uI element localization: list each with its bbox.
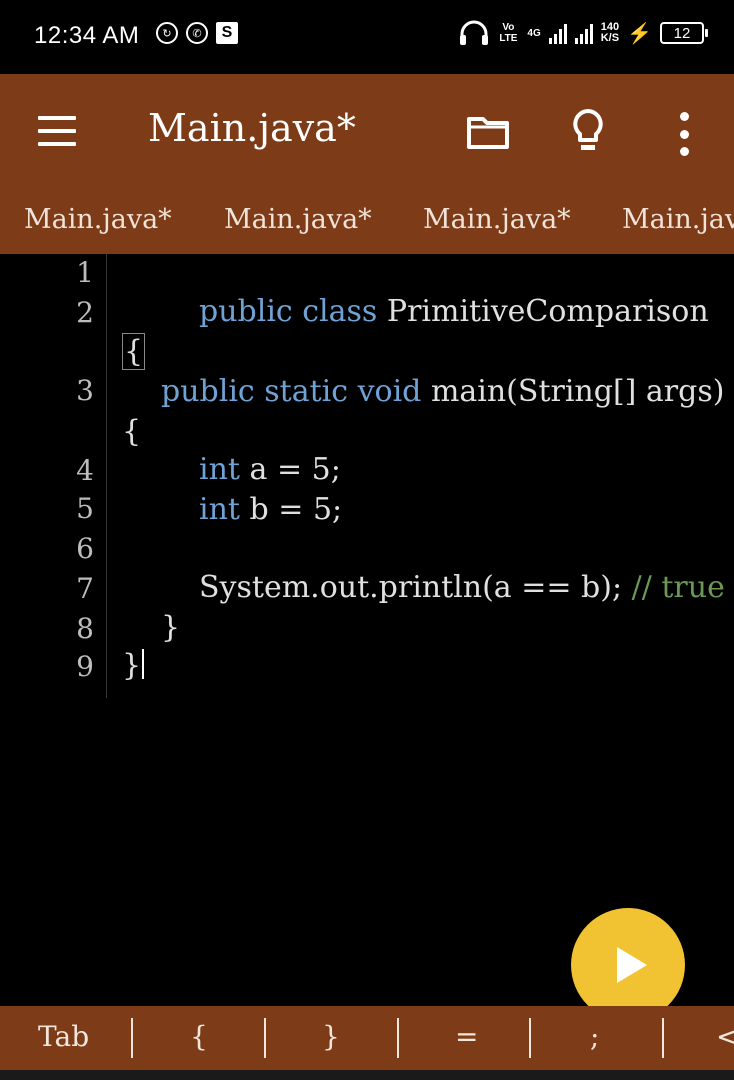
code-line-2: public class PrimitiveComparison bbox=[199, 294, 709, 329]
signal-icon-2 bbox=[574, 22, 593, 44]
play-icon bbox=[617, 947, 647, 983]
line-number: 6 bbox=[76, 532, 94, 565]
symbol-bar: Tab { } = ; < bbox=[0, 1006, 734, 1070]
symbol-key-close-brace[interactable]: } bbox=[322, 1020, 340, 1053]
code-line-7: System.out.println(a == b); // true bbox=[199, 570, 725, 605]
tab-1[interactable]: Main.java* bbox=[24, 204, 172, 235]
network-type: 4G bbox=[527, 27, 541, 39]
code-line-8: } bbox=[161, 610, 180, 645]
code-line-3-brace: { bbox=[122, 414, 141, 449]
app-bar: Main.java* bbox=[0, 74, 734, 186]
close-brace: } bbox=[122, 648, 142, 683]
tab-3[interactable]: Main.java* bbox=[423, 204, 571, 235]
folder-icon[interactable] bbox=[466, 114, 510, 150]
open-brace: { bbox=[122, 414, 142, 449]
symbol-separator bbox=[397, 1018, 399, 1058]
symbol-key-equals[interactable]: = bbox=[455, 1020, 478, 1053]
text-cursor bbox=[142, 649, 145, 679]
keyword: int bbox=[199, 492, 240, 527]
class-name: PrimitiveComparison bbox=[386, 294, 709, 329]
keyword: int bbox=[199, 452, 240, 487]
symbol-key-semicolon[interactable]: ; bbox=[590, 1020, 599, 1053]
more-options-icon[interactable] bbox=[676, 112, 692, 156]
lightbulb-icon[interactable] bbox=[570, 108, 606, 156]
battery-level: 12 bbox=[673, 24, 691, 42]
line-number: 8 bbox=[76, 612, 94, 645]
gutter-divider bbox=[106, 254, 107, 698]
comment: // true bbox=[631, 570, 725, 605]
sync-icon: ↻ bbox=[156, 22, 178, 44]
symbol-key-tab[interactable]: Tab bbox=[38, 1020, 89, 1053]
symbol-key-open-brace[interactable]: { bbox=[190, 1020, 208, 1053]
symbol-separator bbox=[264, 1018, 266, 1058]
page-title: Main.java* bbox=[148, 106, 356, 150]
status-time: 12:34 AM bbox=[34, 22, 140, 49]
line-number: 5 bbox=[76, 492, 94, 525]
code-line-9: } bbox=[122, 648, 145, 683]
headphones-icon bbox=[460, 20, 489, 45]
speed-unit: K/S bbox=[600, 32, 620, 44]
code-line-2-brace: { bbox=[122, 333, 146, 370]
symbol-key-less-than[interactable]: < bbox=[716, 1020, 734, 1053]
nav-strip bbox=[0, 1070, 734, 1080]
status-bar: 12:34 AM ↻ ✆ S Vo LTE 4G 140 K/S ⚡ 12 bbox=[0, 0, 734, 74]
code-editor[interactable]: 1 2 3 4 5 6 7 8 9 public class Primitive… bbox=[0, 254, 734, 1006]
line-number: 9 bbox=[76, 650, 94, 683]
close-brace: } bbox=[161, 610, 181, 645]
code-line-3: public static void main(String[] args) bbox=[161, 374, 724, 409]
statement: a = 5; bbox=[249, 452, 341, 487]
file-tabs: Main.java* Main.java* Main.java* Main.ja… bbox=[0, 186, 734, 254]
code-line-5: int b = 5; bbox=[199, 492, 342, 527]
line-number: 4 bbox=[76, 454, 94, 487]
symbol-separator bbox=[529, 1018, 531, 1058]
symbol-separator bbox=[131, 1018, 133, 1058]
keyword: public class bbox=[199, 294, 378, 329]
volte-label: Vo LTE bbox=[499, 22, 518, 44]
tab-2[interactable]: Main.java* bbox=[224, 204, 372, 235]
statement: System.out.println(a == b); bbox=[199, 570, 623, 605]
line-number: 1 bbox=[76, 256, 94, 289]
matched-brace: { bbox=[122, 333, 146, 370]
statement: b = 5; bbox=[249, 492, 343, 527]
s-app-icon: S bbox=[216, 22, 238, 44]
method-signature: main(String[] args) bbox=[430, 374, 725, 409]
run-button[interactable] bbox=[571, 908, 685, 1022]
line-number: 7 bbox=[76, 572, 94, 605]
tab-4[interactable]: Main.jav bbox=[622, 204, 734, 235]
menu-icon[interactable] bbox=[38, 116, 76, 146]
signal-icon bbox=[548, 22, 567, 44]
whatsapp-icon: ✆ bbox=[186, 22, 208, 44]
keyword: public static void bbox=[161, 374, 422, 409]
code-line-4: int a = 5; bbox=[199, 452, 341, 487]
battery-icon: 12 bbox=[660, 22, 708, 44]
line-number: 2 bbox=[76, 296, 94, 329]
charging-icon: ⚡ bbox=[627, 22, 652, 45]
symbol-separator bbox=[662, 1018, 664, 1058]
line-number: 3 bbox=[76, 374, 94, 407]
